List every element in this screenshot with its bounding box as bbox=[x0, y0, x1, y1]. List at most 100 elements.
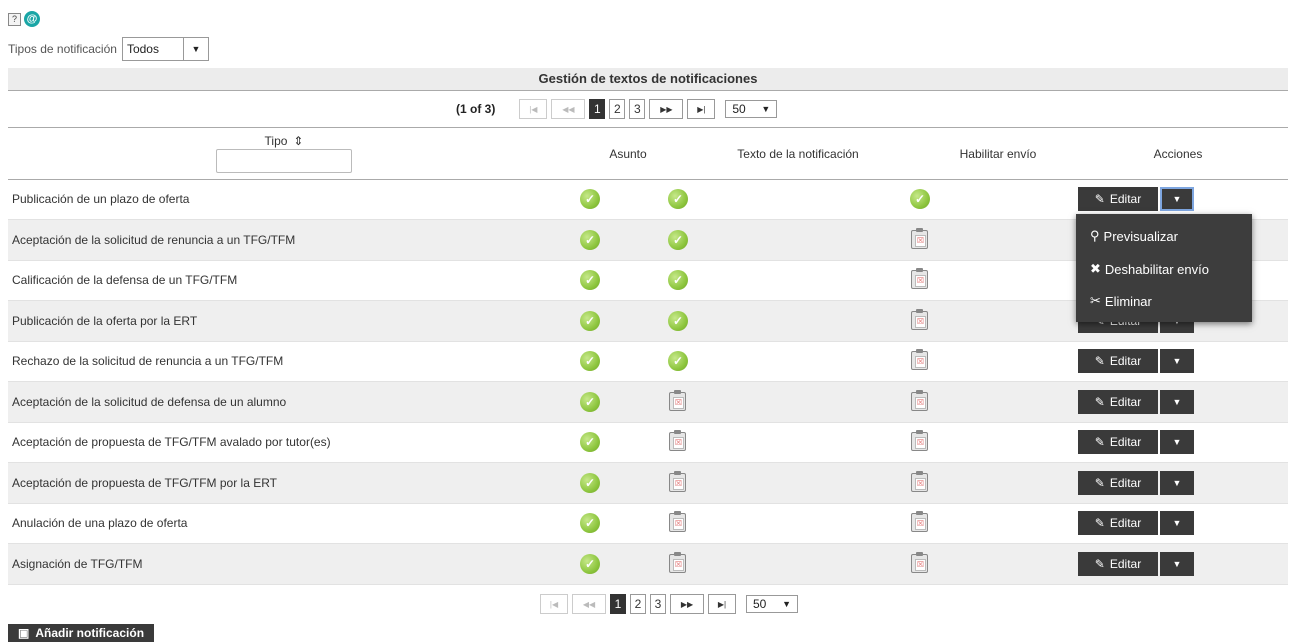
actions-dropdown-button[interactable]: ▼ bbox=[1160, 349, 1194, 373]
at-icon[interactable]: @ bbox=[24, 11, 40, 27]
add-notification-label: Añadir notificación bbox=[35, 626, 145, 640]
edit-label: Editar bbox=[1109, 475, 1142, 490]
actions-dropdown-button[interactable]: ▼ bbox=[1160, 187, 1194, 211]
prev-page-button[interactable]: ◀◀ bbox=[572, 594, 606, 614]
filter-label: Tipos de notificación bbox=[8, 42, 117, 56]
check-icon: ✓ bbox=[668, 270, 688, 290]
edit-button[interactable]: ✎ Editar bbox=[1078, 511, 1158, 535]
chevron-down-icon: ▼ bbox=[1172, 194, 1182, 204]
col-tipo[interactable]: Tipo ⇕ bbox=[8, 128, 560, 148]
actions-dropdown-button[interactable]: ▼ bbox=[1160, 551, 1194, 576]
select-value: Todos bbox=[126, 42, 159, 56]
chevron-down-icon: ▼ bbox=[1172, 356, 1182, 366]
clipboard-icon: ☒ bbox=[911, 511, 928, 532]
close-icon: ✖ bbox=[1090, 261, 1101, 276]
page-3-button[interactable]: 3 bbox=[650, 594, 666, 614]
edit-label: Editar bbox=[1109, 394, 1142, 409]
menu-item-label: Previsualizar bbox=[1103, 228, 1178, 244]
edit-button[interactable]: ✎ Editar bbox=[1078, 389, 1158, 414]
check-icon: ✓ bbox=[580, 513, 600, 533]
edit-button[interactable]: ✎ Editar bbox=[1078, 470, 1158, 495]
menu-item-delete[interactable]: ✂ Eliminar bbox=[1090, 293, 1152, 309]
prev-page-button[interactable]: ◀◀ bbox=[551, 99, 586, 119]
rows-per-page-select[interactable]: 50 ▼ bbox=[746, 595, 798, 613]
page-2-button[interactable]: 2 bbox=[630, 594, 646, 614]
chevron-down-icon[interactable]: ▼ bbox=[182, 38, 208, 60]
clipboard-icon: ☒ bbox=[669, 430, 686, 451]
chevron-down-icon: ▼ bbox=[782, 599, 791, 609]
pencil-icon: ✎ bbox=[1094, 192, 1105, 206]
rows-per-page-select[interactable]: 50 ▼ bbox=[725, 100, 778, 118]
pencil-icon: ✎ bbox=[1094, 394, 1105, 409]
page-2-button[interactable]: 2 bbox=[609, 99, 626, 119]
table-row[interactable]: Asignación de TFG/TFM ✓ ☒ ☒ ✎ Editar ▼ bbox=[8, 543, 1288, 585]
check-icon: ✓ bbox=[580, 472, 600, 493]
page-info: (1 of 3) bbox=[456, 102, 496, 116]
chevron-down-icon: ▼ bbox=[1172, 477, 1182, 488]
tipo-filter-input[interactable] bbox=[216, 149, 352, 173]
check-icon: ✓ bbox=[580, 229, 600, 250]
menu-item-preview[interactable]: ⚲ Previsualizar bbox=[1090, 228, 1178, 244]
row-name: Aceptación de la solicitud de renuncia a… bbox=[12, 232, 296, 247]
rows-per-page-value: 50 bbox=[753, 597, 767, 611]
rows-per-page-value: 50 bbox=[732, 102, 746, 116]
top-icons: ? @ bbox=[8, 10, 40, 28]
edit-label: Editar bbox=[1109, 354, 1142, 368]
check-icon: ✓ bbox=[580, 553, 600, 574]
actions-dropdown-button[interactable]: ▼ bbox=[1160, 389, 1194, 414]
sort-icon[interactable]: ⇕ bbox=[293, 134, 303, 148]
last-page-button[interactable]: ▶| bbox=[708, 594, 736, 614]
edit-button[interactable]: ✎ Editar bbox=[1078, 349, 1158, 373]
col-asunto: Asunto bbox=[609, 146, 647, 161]
next-page-button[interactable]: ▶▶ bbox=[649, 99, 684, 119]
edit-button[interactable]: ✎ Editar bbox=[1078, 551, 1158, 576]
page-1-button[interactable]: 1 bbox=[610, 594, 626, 614]
actions-dropdown-button[interactable]: ▼ bbox=[1160, 430, 1194, 454]
save-icon: ▣ bbox=[18, 626, 30, 640]
clipboard-icon: ☒ bbox=[911, 349, 928, 370]
page-1-button[interactable]: 1 bbox=[589, 99, 606, 119]
search-icon: ⚲ bbox=[1090, 228, 1100, 243]
actions-dropdown-button[interactable]: ▼ bbox=[1160, 470, 1194, 495]
next-page-button[interactable]: ▶▶ bbox=[670, 594, 704, 614]
clipboard-icon: ☒ bbox=[669, 511, 686, 532]
chevron-down-icon: ▼ bbox=[1172, 558, 1182, 569]
pencil-icon: ✎ bbox=[1094, 556, 1105, 571]
chevron-down-icon: ▼ bbox=[761, 104, 771, 114]
table-row[interactable]: Anulación de una plazo de oferta ✓ ☒ ☒ ✎ Edit… bbox=[8, 503, 1288, 544]
first-page-button[interactable]: |◀ bbox=[540, 594, 568, 614]
check-icon: ✓ bbox=[668, 189, 688, 209]
edit-label: Editar bbox=[1109, 556, 1142, 571]
scissors-icon: ✂ bbox=[1090, 293, 1101, 308]
row-name: Calificación de la defensa de un TFG/TFM bbox=[12, 273, 238, 287]
row-name: Asignación de TFG/TFM bbox=[12, 556, 143, 571]
actions-menu: ⚲ Previsualizar ✖ Deshabilitar envío ✂ Elim… bbox=[1076, 214, 1252, 322]
chevron-down-icon: ▼ bbox=[1172, 518, 1182, 528]
first-page-button[interactable]: |◀ bbox=[519, 99, 548, 119]
menu-item-label: Deshabilitar envío bbox=[1104, 261, 1209, 277]
table-row[interactable]: Rechazo de la solicitud de renuncia a un… bbox=[8, 341, 1288, 382]
last-page-button[interactable]: ▶| bbox=[687, 99, 716, 119]
clipboard-icon: ☒ bbox=[669, 470, 686, 492]
edit-button[interactable]: ✎ Editar bbox=[1078, 187, 1158, 211]
col-acciones: Acciones bbox=[1153, 146, 1203, 161]
table-header: Tipo ⇕ Asunto Texto de la notificación H… bbox=[8, 127, 1288, 180]
table-row[interactable]: Aceptación de la solicitud de defensa de… bbox=[8, 381, 1288, 423]
paginator-bottom: |◀ ◀◀ 1 2 3 ▶▶ ▶| 50 ▼ bbox=[540, 594, 798, 614]
edit-button[interactable]: ✎ Editar bbox=[1078, 430, 1158, 454]
paginator-top: (1 of 3) |◀ ◀◀ 1 2 3 ▶▶ ▶| 50 ▼ bbox=[456, 99, 778, 119]
table-row[interactable]: Aceptación de propuesta de TFG/TFM por l… bbox=[8, 462, 1288, 504]
add-notification-button[interactable]: ▣ Añadir notificación bbox=[8, 624, 155, 642]
notification-type-select[interactable]: Todos ▼ bbox=[121, 37, 209, 61]
pencil-icon: ✎ bbox=[1094, 475, 1105, 490]
menu-item-disable[interactable]: ✖ Deshabilitar envío bbox=[1090, 261, 1209, 277]
page-3-button[interactable]: 3 bbox=[629, 99, 646, 119]
edit-label: Editar bbox=[1109, 516, 1142, 530]
actions-dropdown-button[interactable]: ▼ bbox=[1160, 511, 1194, 535]
row-name: Publicación de un plazo de oferta bbox=[12, 192, 190, 206]
table-row[interactable]: Aceptación de propuesta de TFG/TFM avala… bbox=[8, 422, 1288, 463]
check-icon: ✓ bbox=[580, 189, 600, 209]
edit-label: Editar bbox=[1109, 435, 1142, 449]
check-icon: ✓ bbox=[668, 351, 688, 371]
help-icon[interactable]: ? bbox=[8, 12, 21, 26]
